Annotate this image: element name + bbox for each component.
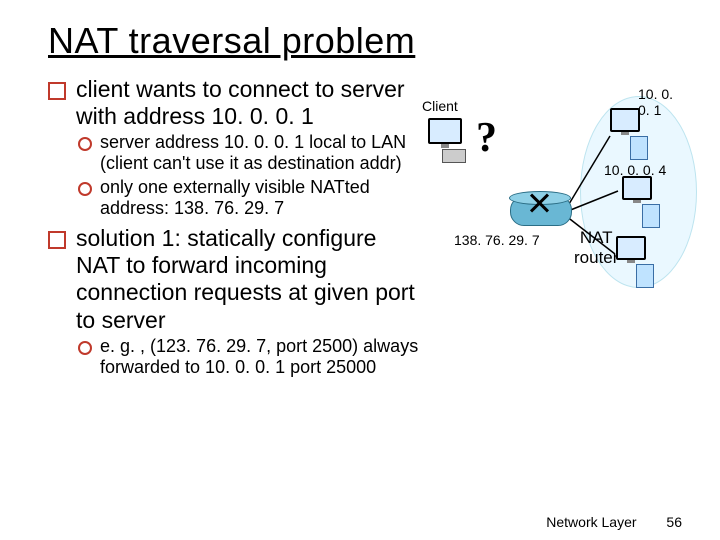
bullet-level1: solution 1: statically configure NAT to … bbox=[48, 225, 420, 334]
content-row: client wants to connect to server with a… bbox=[48, 76, 680, 416]
host-pc-icon bbox=[610, 108, 648, 160]
bullet-text: client wants to connect to server with a… bbox=[76, 76, 420, 130]
client-label: Client bbox=[422, 98, 458, 114]
bullet-text: e. g. , (123. 76. 29. 7, port 2500) alwa… bbox=[100, 336, 420, 378]
bullet-level1: client wants to connect to server with a… bbox=[48, 76, 420, 130]
circle-bullet-icon bbox=[78, 341, 92, 355]
diagram-area: Client ? 138. 76. 29. 7 NAT router 10. 0… bbox=[420, 76, 680, 416]
bullet-text: solution 1: statically configure NAT to … bbox=[76, 225, 420, 334]
square-bullet-icon bbox=[48, 82, 66, 100]
host-pc-icon bbox=[622, 176, 660, 228]
circle-bullet-icon bbox=[78, 182, 92, 196]
bullet-text: only one externally visible NATted addre… bbox=[100, 177, 420, 219]
square-bullet-icon bbox=[48, 231, 66, 249]
external-ip-label: 138. 76. 29. 7 bbox=[454, 232, 540, 248]
slide-footer: Network Layer 56 bbox=[546, 514, 682, 530]
nat-router-label: NAT router bbox=[574, 228, 618, 267]
footer-section: Network Layer bbox=[546, 514, 636, 530]
host-pc-icon bbox=[616, 236, 654, 288]
bullet-level2: server address 10. 0. 0. 1 local to LAN … bbox=[78, 132, 420, 174]
circle-bullet-icon bbox=[78, 137, 92, 151]
nat-router-icon bbox=[510, 196, 572, 226]
bullet-text: server address 10. 0. 0. 1 local to LAN … bbox=[100, 132, 420, 174]
bullet-level2: e. g. , (123. 76. 29. 7, port 2500) alwa… bbox=[78, 336, 420, 378]
text-column: client wants to connect to server with a… bbox=[48, 76, 420, 416]
question-mark-icon: ? bbox=[476, 114, 497, 162]
slide: NAT traversal problem client wants to co… bbox=[0, 0, 720, 540]
client-pc-icon bbox=[428, 118, 466, 163]
slide-title: NAT traversal problem bbox=[48, 20, 680, 62]
footer-page-number: 56 bbox=[666, 514, 682, 530]
bullet-level2: only one externally visible NATted addre… bbox=[78, 177, 420, 219]
